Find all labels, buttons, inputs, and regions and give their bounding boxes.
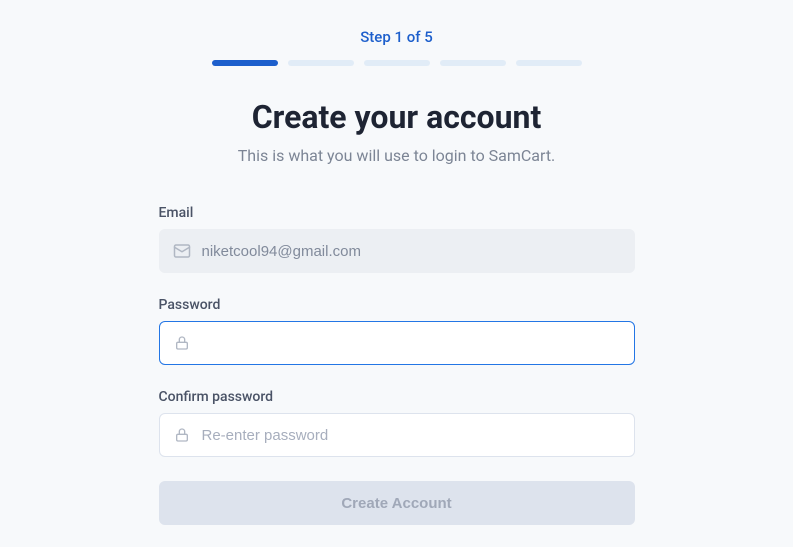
progress-segment-5 (516, 60, 582, 66)
email-input[interactable] (159, 229, 635, 273)
progress-bar (212, 60, 582, 66)
password-input-wrapper (159, 321, 635, 365)
progress-segment-2 (288, 60, 354, 66)
email-field-group: Email (159, 205, 635, 273)
step-indicator-label: Step 1 of 5 (360, 28, 433, 46)
create-account-button[interactable]: Create Account (159, 481, 635, 525)
progress-segment-4 (440, 60, 506, 66)
page-subtitle: This is what you will use to login to Sa… (238, 146, 556, 165)
password-field-group: Password (159, 297, 635, 365)
confirm-password-input[interactable] (159, 413, 635, 457)
confirm-password-field-group: Confirm password (159, 389, 635, 457)
confirm-password-input-wrapper (159, 413, 635, 457)
signup-form: Email Password (159, 205, 635, 525)
confirm-password-label: Confirm password (159, 389, 635, 405)
email-label: Email (159, 205, 635, 221)
progress-segment-1 (212, 60, 278, 66)
signup-step-container: Step 1 of 5 Create your account This is … (0, 0, 793, 525)
email-input-wrapper (159, 229, 635, 273)
password-input[interactable] (159, 321, 635, 365)
page-title: Create your account (252, 98, 542, 136)
password-label: Password (159, 297, 635, 313)
progress-segment-3 (364, 60, 430, 66)
